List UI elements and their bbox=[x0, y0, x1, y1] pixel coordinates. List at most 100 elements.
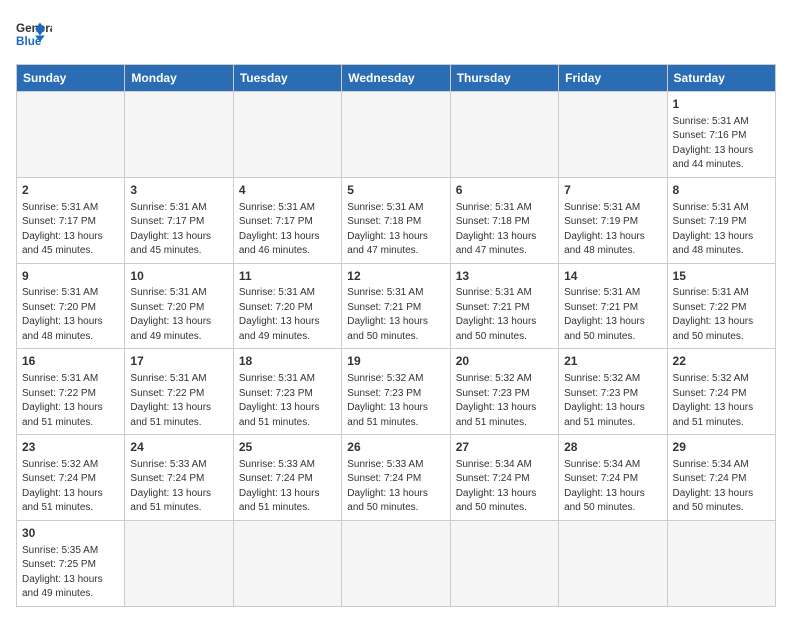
calendar-cell: 19Sunrise: 5:32 AM Sunset: 7:23 PM Dayli… bbox=[342, 349, 450, 435]
weekday-header-wednesday: Wednesday bbox=[342, 65, 450, 92]
calendar-cell: 5Sunrise: 5:31 AM Sunset: 7:18 PM Daylig… bbox=[342, 177, 450, 263]
calendar-cell: 26 Sunrise: 5:33 AM Sunset: 7:24 PM Dayli… bbox=[342, 435, 450, 521]
day-number: 17 bbox=[130, 353, 227, 370]
day-info: Sunrise: 5:31 AM Sunset: 7:17 PM Dayligh… bbox=[22, 201, 119, 259]
day-number: 29 bbox=[673, 439, 770, 456]
calendar-cell: 7 Sunrise: 5:31 AM Sunset: 7:19 PM Daylig… bbox=[559, 177, 667, 263]
calendar-cell bbox=[450, 520, 558, 606]
day-info: Sunrise: 5:33 AM Sunset: 7:24 PM Dayligh… bbox=[239, 458, 336, 516]
day-info: Sunrise: 5:31 AM Sunset: 7:20 PM Dayligh… bbox=[239, 286, 336, 344]
day-number: 26 bbox=[347, 439, 444, 456]
weekday-header-row: SundayMondayTuesdayWednesdayThursdayFrid… bbox=[17, 65, 776, 92]
week-row-2: 2 Sunrise: 5:31 AM Sunset: 7:17 PM Daylig… bbox=[17, 177, 776, 263]
calendar-cell: 22Sunrise: 5:32 AM Sunset: 7:24 PM Dayli… bbox=[667, 349, 775, 435]
day-info: Sunrise: 5:31 AM Sunset: 7:22 PM Dayligh… bbox=[22, 372, 119, 430]
day-number: 14 bbox=[564, 268, 661, 285]
calendar-cell bbox=[125, 520, 233, 606]
calendar-cell: 8Sunrise: 5:31 AM Sunset: 7:19 PM Daylig… bbox=[667, 177, 775, 263]
weekday-header-tuesday: Tuesday bbox=[233, 65, 341, 92]
calendar-cell bbox=[233, 520, 341, 606]
day-info: Sunrise: 5:32 AM Sunset: 7:23 PM Dayligh… bbox=[456, 372, 553, 430]
day-number: 6 bbox=[456, 182, 553, 199]
day-number: 18 bbox=[239, 353, 336, 370]
day-number: 20 bbox=[456, 353, 553, 370]
calendar-cell bbox=[342, 520, 450, 606]
day-number: 16 bbox=[22, 353, 119, 370]
day-info: Sunrise: 5:31 AM Sunset: 7:17 PM Dayligh… bbox=[130, 201, 227, 259]
calendar-header: General Blue bbox=[16, 16, 776, 52]
day-info: Sunrise: 5:34 AM Sunset: 7:24 PM Dayligh… bbox=[564, 458, 661, 516]
day-number: 13 bbox=[456, 268, 553, 285]
week-row-3: 9Sunrise: 5:31 AM Sunset: 7:20 PM Daylig… bbox=[17, 263, 776, 349]
day-info: Sunrise: 5:31 AM Sunset: 7:16 PM Dayligh… bbox=[673, 115, 770, 173]
day-info: Sunrise: 5:34 AM Sunset: 7:24 PM Dayligh… bbox=[456, 458, 553, 516]
week-row-4: 16 Sunrise: 5:31 AM Sunset: 7:22 PM Dayli… bbox=[17, 349, 776, 435]
generalblue-logo-icon: General Blue bbox=[16, 16, 52, 52]
calendar-cell: 10Sunrise: 5:31 AM Sunset: 7:20 PM Dayli… bbox=[125, 263, 233, 349]
calendar-cell: 30Sunrise: 5:35 AM Sunset: 7:25 PM Dayli… bbox=[17, 520, 125, 606]
calendar-cell bbox=[125, 92, 233, 178]
calendar-cell: 1 Sunrise: 5:31 AM Sunset: 7:16 PM Daylig… bbox=[667, 92, 775, 178]
day-info: Sunrise: 5:34 AM Sunset: 7:24 PM Dayligh… bbox=[673, 458, 770, 516]
day-number: 27 bbox=[456, 439, 553, 456]
week-row-1: 1 Sunrise: 5:31 AM Sunset: 7:16 PM Daylig… bbox=[17, 92, 776, 178]
weekday-header-thursday: Thursday bbox=[450, 65, 558, 92]
calendar-cell: 9Sunrise: 5:31 AM Sunset: 7:20 PM Daylig… bbox=[17, 263, 125, 349]
calendar-cell: 11Sunrise: 5:31 AM Sunset: 7:20 PM Dayli… bbox=[233, 263, 341, 349]
day-info: Sunrise: 5:33 AM Sunset: 7:24 PM Dayligh… bbox=[347, 458, 444, 516]
weekday-header-friday: Friday bbox=[559, 65, 667, 92]
logo: General Blue bbox=[16, 16, 52, 52]
day-number: 25 bbox=[239, 439, 336, 456]
calendar-cell bbox=[17, 92, 125, 178]
day-number: 11 bbox=[239, 268, 336, 285]
calendar-cell: 29 Sunrise: 5:34 AM Sunset: 7:24 PM Dayli… bbox=[667, 435, 775, 521]
day-number: 7 bbox=[564, 182, 661, 199]
day-info: Sunrise: 5:32 AM Sunset: 7:23 PM Dayligh… bbox=[347, 372, 444, 430]
day-info: Sunrise: 5:31 AM Sunset: 7:22 PM Dayligh… bbox=[673, 286, 770, 344]
day-info: Sunrise: 5:31 AM Sunset: 7:18 PM Dayligh… bbox=[456, 201, 553, 259]
day-number: 15 bbox=[673, 268, 770, 285]
day-number: 10 bbox=[130, 268, 227, 285]
calendar-cell: 4 Sunrise: 5:31 AM Sunset: 7:17 PM Daylig… bbox=[233, 177, 341, 263]
day-number: 12 bbox=[347, 268, 444, 285]
calendar-cell bbox=[342, 92, 450, 178]
day-info: Sunrise: 5:31 AM Sunset: 7:21 PM Dayligh… bbox=[564, 286, 661, 344]
weekday-header-sunday: Sunday bbox=[17, 65, 125, 92]
calendar-cell: 13Sunrise: 5:31 AM Sunset: 7:21 PM Dayli… bbox=[450, 263, 558, 349]
calendar-cell: 14Sunrise: 5:31 AM Sunset: 7:21 PM Dayli… bbox=[559, 263, 667, 349]
day-info: Sunrise: 5:31 AM Sunset: 7:20 PM Dayligh… bbox=[22, 286, 119, 344]
day-info: Sunrise: 5:31 AM Sunset: 7:17 PM Dayligh… bbox=[239, 201, 336, 259]
day-number: 23 bbox=[22, 439, 119, 456]
calendar-cell: 6 Sunrise: 5:31 AM Sunset: 7:18 PM Daylig… bbox=[450, 177, 558, 263]
calendar-cell: 2 Sunrise: 5:31 AM Sunset: 7:17 PM Daylig… bbox=[17, 177, 125, 263]
calendar-table: SundayMondayTuesdayWednesdayThursdayFrid… bbox=[16, 64, 776, 607]
calendar-cell: 28Sunrise: 5:34 AM Sunset: 7:24 PM Dayli… bbox=[559, 435, 667, 521]
calendar-cell bbox=[233, 92, 341, 178]
day-info: Sunrise: 5:31 AM Sunset: 7:21 PM Dayligh… bbox=[347, 286, 444, 344]
calendar-cell: 24Sunrise: 5:33 AM Sunset: 7:24 PM Dayli… bbox=[125, 435, 233, 521]
calendar-cell: 21Sunrise: 5:32 AM Sunset: 7:23 PM Dayli… bbox=[559, 349, 667, 435]
week-row-6: 30Sunrise: 5:35 AM Sunset: 7:25 PM Dayli… bbox=[17, 520, 776, 606]
calendar-cell: 27 Sunrise: 5:34 AM Sunset: 7:24 PM Dayli… bbox=[450, 435, 558, 521]
calendar-cell bbox=[559, 92, 667, 178]
calendar-cell: 18 Sunrise: 5:31 AM Sunset: 7:23 PM Dayli… bbox=[233, 349, 341, 435]
day-info: Sunrise: 5:31 AM Sunset: 7:18 PM Dayligh… bbox=[347, 201, 444, 259]
day-info: Sunrise: 5:31 AM Sunset: 7:20 PM Dayligh… bbox=[130, 286, 227, 344]
day-number: 1 bbox=[673, 96, 770, 113]
calendar-cell: 16 Sunrise: 5:31 AM Sunset: 7:22 PM Dayli… bbox=[17, 349, 125, 435]
day-info: Sunrise: 5:31 AM Sunset: 7:21 PM Dayligh… bbox=[456, 286, 553, 344]
day-number: 3 bbox=[130, 182, 227, 199]
day-number: 8 bbox=[673, 182, 770, 199]
calendar-cell bbox=[667, 520, 775, 606]
day-info: Sunrise: 5:31 AM Sunset: 7:22 PM Dayligh… bbox=[130, 372, 227, 430]
day-number: 4 bbox=[239, 182, 336, 199]
calendar-cell bbox=[559, 520, 667, 606]
day-info: Sunrise: 5:31 AM Sunset: 7:23 PM Dayligh… bbox=[239, 372, 336, 430]
weekday-header-monday: Monday bbox=[125, 65, 233, 92]
day-number: 2 bbox=[22, 182, 119, 199]
day-info: Sunrise: 5:31 AM Sunset: 7:19 PM Dayligh… bbox=[564, 201, 661, 259]
day-info: Sunrise: 5:35 AM Sunset: 7:25 PM Dayligh… bbox=[22, 544, 119, 602]
day-number: 24 bbox=[130, 439, 227, 456]
day-number: 9 bbox=[22, 268, 119, 285]
calendar-cell: 3 Sunrise: 5:31 AM Sunset: 7:17 PM Daylig… bbox=[125, 177, 233, 263]
